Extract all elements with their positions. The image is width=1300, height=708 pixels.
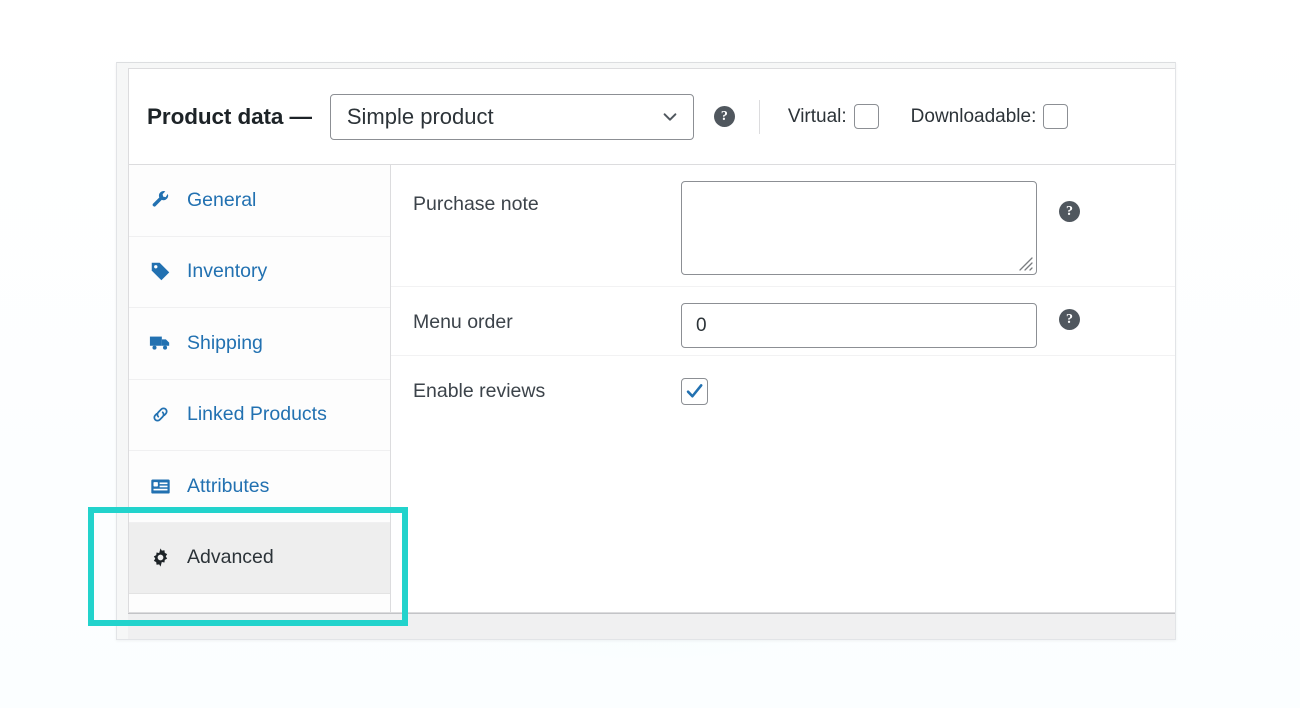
enable-reviews-control xyxy=(681,356,708,405)
enable-reviews-label: Enable reviews xyxy=(413,380,546,402)
header-divider xyxy=(758,99,760,134)
downloadable-checkbox-group[interactable]: Downloadable: xyxy=(911,104,1069,129)
enable-reviews-checkbox[interactable] xyxy=(681,378,708,405)
purchase-note-label: Purchase note xyxy=(413,193,539,215)
help-icon[interactable]: ? xyxy=(1059,309,1080,330)
help-icon[interactable]: ? xyxy=(713,106,735,127)
page-title: Product data — xyxy=(147,103,312,129)
sidebar-item-linked-products[interactable]: Linked Products xyxy=(129,379,390,451)
truck-icon xyxy=(149,332,171,354)
menu-order-label: Menu order xyxy=(413,311,513,333)
downloadable-checkbox[interactable] xyxy=(1043,104,1069,129)
menu-order-control: 0 ? xyxy=(681,287,1080,348)
virtual-checkbox[interactable] xyxy=(853,104,879,129)
sidebar-item-label: Shipping xyxy=(187,331,263,354)
sidebar-item-label: Attributes xyxy=(187,474,270,497)
help-icon[interactable]: ? xyxy=(1059,201,1080,222)
tag-icon xyxy=(149,261,171,283)
sidebar-item-general[interactable]: General xyxy=(129,165,390,237)
chevron-down-icon xyxy=(661,108,679,126)
sidebar-item-shipping[interactable]: Shipping xyxy=(129,308,390,380)
menu-order-input[interactable]: 0 xyxy=(681,303,1037,348)
product-type-select[interactable]: Simple product xyxy=(329,93,694,140)
field-row-menu-order: Menu order 0 ? xyxy=(391,287,1175,356)
advanced-tab-content: Purchase note ? Menu order 0 ? Enable re… xyxy=(391,165,1175,612)
downloadable-label: Downloadable: xyxy=(910,105,1037,127)
sidebar-item-label: General xyxy=(187,188,257,211)
sidebar-item-attributes[interactable]: Attributes xyxy=(129,451,390,523)
field-row-purchase-note: Purchase note ? xyxy=(391,165,1175,287)
sidebar-item-label: Linked Products xyxy=(187,403,327,426)
product-type-value: Simple product xyxy=(346,103,494,129)
panel-body: General Inventory Shipping Linked Produc… xyxy=(129,165,1175,612)
purchase-note-input[interactable] xyxy=(681,181,1037,275)
panel-footer xyxy=(128,613,1175,639)
product-data-tabs: General Inventory Shipping Linked Produc… xyxy=(129,165,391,612)
wrench-icon xyxy=(149,189,171,211)
virtual-checkbox-group[interactable]: Virtual: xyxy=(788,104,879,129)
product-data-panel: Product data — Simple product ? Virtual: xyxy=(116,62,1176,640)
list-icon xyxy=(149,475,171,497)
sidebar-item-label: Advanced xyxy=(187,546,274,569)
sidebar-item-advanced[interactable]: Advanced xyxy=(129,522,390,594)
gear-icon xyxy=(149,547,171,569)
purchase-note-control: ? xyxy=(681,165,1080,275)
panel-header: Product data — Simple product ? Virtual: xyxy=(129,69,1175,165)
resize-grip-icon[interactable] xyxy=(1019,257,1033,271)
link-icon xyxy=(149,404,171,426)
product-data-card: Product data — Simple product ? Virtual: xyxy=(128,68,1175,613)
virtual-label: Virtual: xyxy=(787,105,847,127)
field-row-enable-reviews: Enable reviews xyxy=(391,356,1175,425)
sidebar-item-label: Inventory xyxy=(187,260,268,283)
sidebar-item-inventory[interactable]: Inventory xyxy=(129,236,390,308)
